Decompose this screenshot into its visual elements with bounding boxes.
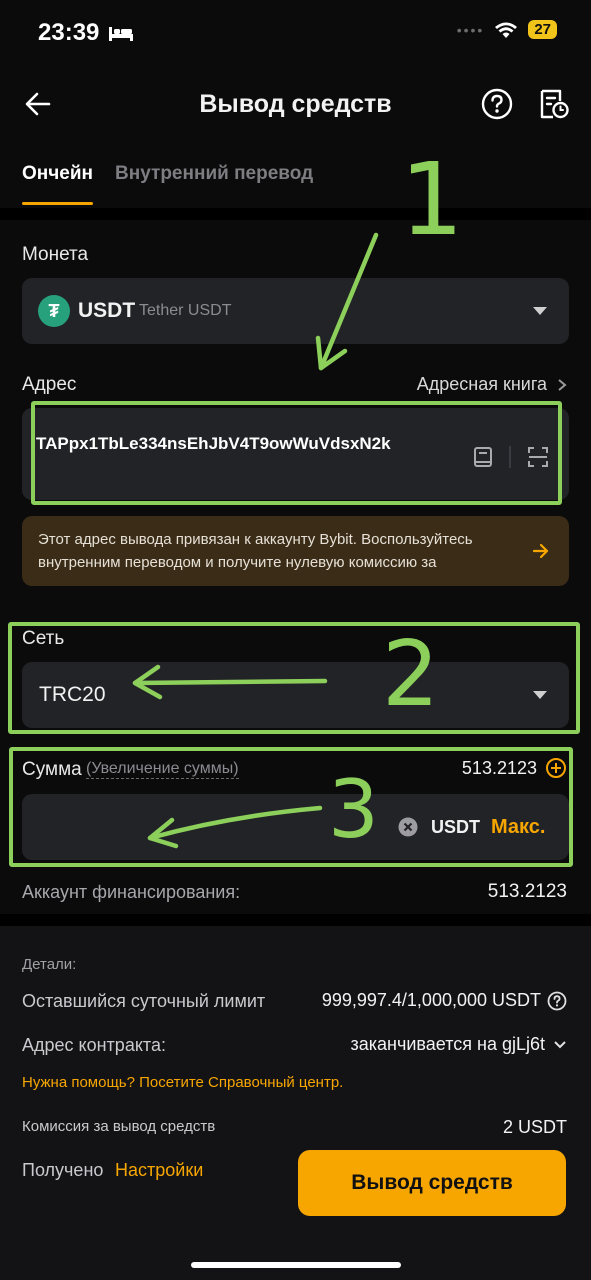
annotation-number-3: 3	[328, 763, 379, 856]
annotation-arrow-3	[147, 805, 323, 841]
annotation-arrow-2	[132, 678, 328, 686]
annotation-arrow-1	[318, 232, 379, 371]
annotation-number-2: 2	[382, 622, 440, 727]
annotation-overlay	[132, 232, 379, 849]
annotation-number-1: 1	[400, 141, 464, 258]
